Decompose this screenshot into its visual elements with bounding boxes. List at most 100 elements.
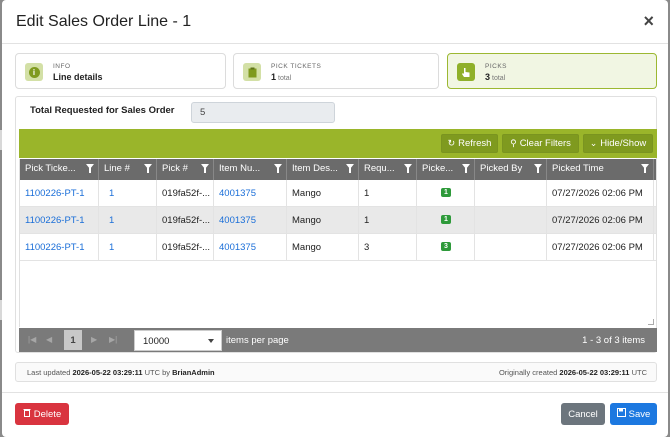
current-page-button[interactable]: 1 [64, 330, 82, 350]
clear-filters-button[interactable]: ⚲ Clear Filters [502, 134, 579, 153]
card-kicker: INFO [53, 63, 71, 70]
column-header[interactable]: A [654, 159, 656, 180]
close-icon[interactable]: × [643, 11, 654, 32]
card-kicker: PICKS [485, 63, 508, 70]
column-header[interactable]: Item Nu... [214, 159, 287, 180]
line-link[interactable]: 1 [99, 180, 157, 206]
table-row[interactable]: 1100226-PT-1 1 019fa52f-... 4001375 Mang… [20, 234, 656, 261]
item-description-cell: Mango [287, 207, 359, 233]
requested-cell: 1 [359, 180, 417, 206]
item-number-link[interactable]: 4001375 [214, 207, 287, 233]
page-size-select[interactable]: 10000 [134, 330, 222, 351]
column-header[interactable]: Pick # [157, 159, 214, 180]
chevron-down-icon [208, 339, 214, 343]
total-requested-label: Total Requested for Sales Order [30, 105, 175, 116]
line-link[interactable]: 1 [99, 234, 157, 260]
card-pick-tickets[interactable]: PICK TICKETS 1 total [233, 53, 439, 89]
overflow-cell: A [654, 234, 656, 260]
next-page-icon[interactable]: ▶ [91, 335, 97, 344]
column-header[interactable]: Item Des... [287, 159, 359, 180]
requested-cell: 3 [359, 234, 417, 260]
edit-sales-order-line-modal: Edit Sales Order Line - 1 × i INFO Line … [2, 0, 668, 437]
picks-grid: Pick Ticke... Line # Pick # Item Nu... I… [19, 159, 657, 327]
filter-icon[interactable] [346, 164, 354, 173]
card-info[interactable]: i INFO Line details [15, 53, 226, 89]
picks-section: Total Requested for Sales Order 5 ↻ Refre… [15, 96, 657, 353]
total-requested-field: 5 [191, 102, 335, 123]
column-header[interactable]: Picke... [417, 159, 475, 180]
column-header[interactable]: Requ... [359, 159, 417, 180]
grid-pager: |◀ ◀ 1 ▶ ▶| 10000 items per page 1 - 3 o… [19, 328, 657, 352]
picked-badge: 3 [441, 242, 451, 251]
grid-toolbar: ↻ Refresh ⚲ Clear Filters ⌄ Hide/Show [19, 129, 657, 158]
picked-time-cell: 07/27/2026 02:06 PM [547, 234, 654, 260]
pick-number-cell: 019fa52f-... [157, 207, 214, 233]
clipboard-icon [243, 63, 261, 81]
floppy-disk-icon [616, 408, 626, 420]
items-count: 1 - 3 of 3 items [582, 335, 645, 346]
picked-cell: 1 [417, 207, 475, 233]
resize-handle[interactable] [648, 319, 654, 325]
modal-footer: Delete Cancel Save [2, 392, 668, 437]
column-header[interactable]: Line # [99, 159, 157, 180]
picked-by-cell [475, 234, 547, 260]
cancel-button[interactable]: Cancel [561, 403, 605, 425]
originally-created: Originally created 2026-05-22 03:29:11 U… [498, 368, 647, 377]
picked-time-cell: 07/27/2026 02:06 PM [547, 207, 654, 233]
overflow-cell: A [654, 180, 656, 206]
item-description-cell: Mango [287, 180, 359, 206]
trash-icon [23, 408, 31, 420]
column-header[interactable]: Picked Time [547, 159, 654, 180]
summary-cards: i INFO Line details PICK TICKETS 1 total … [15, 53, 657, 89]
overflow-cell: A [654, 207, 656, 233]
filter-clear-icon: ⚲ [510, 138, 517, 148]
item-description-cell: Mango [287, 234, 359, 260]
filter-icon[interactable] [86, 164, 94, 173]
grid-header: Pick Ticke... Line # Pick # Item Nu... I… [20, 159, 656, 180]
column-header[interactable]: Pick Ticke... [20, 159, 99, 180]
delete-button[interactable]: Delete [15, 403, 69, 425]
modal-header: Edit Sales Order Line - 1 × [2, 0, 668, 44]
filter-icon[interactable] [274, 164, 282, 173]
chevron-down-icon: ⌄ [589, 138, 598, 148]
picked-badge: 1 [441, 215, 451, 224]
refresh-button[interactable]: ↻ Refresh [441, 134, 498, 153]
table-row[interactable]: 1100226-PT-1 1 019fa52f-... 4001375 Mang… [20, 180, 656, 207]
picked-badge: 1 [441, 188, 451, 197]
card-value: Line details [53, 72, 103, 82]
pick-number-cell: 019fa52f-... [157, 234, 214, 260]
filter-icon[interactable] [534, 164, 542, 173]
table-row[interactable]: 1100226-PT-1 1 019fa52f-... 4001375 Mang… [20, 207, 656, 234]
hand-pointer-icon [457, 63, 475, 81]
save-button[interactable]: Save [610, 403, 657, 425]
filter-icon[interactable] [462, 164, 470, 173]
picked-cell: 3 [417, 234, 475, 260]
pick-ticket-link[interactable]: 1100226-PT-1 [20, 207, 99, 233]
filter-icon[interactable] [641, 164, 649, 173]
item-number-link[interactable]: 4001375 [214, 180, 287, 206]
first-page-icon[interactable]: |◀ [28, 335, 36, 344]
line-link[interactable]: 1 [99, 207, 157, 233]
modal-title: Edit Sales Order Line - 1 [16, 13, 192, 30]
card-picks[interactable]: PICKS 3 total [447, 53, 657, 89]
picked-cell: 1 [417, 180, 475, 206]
items-per-page-label: items per page [226, 335, 289, 346]
filter-icon[interactable] [201, 164, 209, 173]
card-value: 1 total [271, 72, 292, 82]
card-kicker: PICK TICKETS [271, 63, 322, 70]
filter-icon[interactable] [404, 164, 412, 173]
refresh-icon: ↻ [447, 138, 456, 148]
pick-ticket-link[interactable]: 1100226-PT-1 [20, 180, 99, 206]
item-number-link[interactable]: 4001375 [214, 234, 287, 260]
prev-page-icon[interactable]: ◀ [46, 335, 52, 344]
filter-icon[interactable] [144, 164, 152, 173]
hide-show-button[interactable]: ⌄ Hide/Show [583, 134, 653, 153]
requested-cell: 1 [359, 207, 417, 233]
pick-ticket-link[interactable]: 1100226-PT-1 [20, 234, 99, 260]
info-icon: i [25, 63, 43, 81]
last-page-icon[interactable]: ▶| [109, 335, 117, 344]
picked-by-cell [475, 207, 547, 233]
column-header[interactable]: Picked By [475, 159, 547, 180]
last-updated: Last updated 2026-05-22 03:29:11 UTC by … [27, 368, 215, 377]
picked-time-cell: 07/27/2026 02:06 PM [547, 180, 654, 206]
